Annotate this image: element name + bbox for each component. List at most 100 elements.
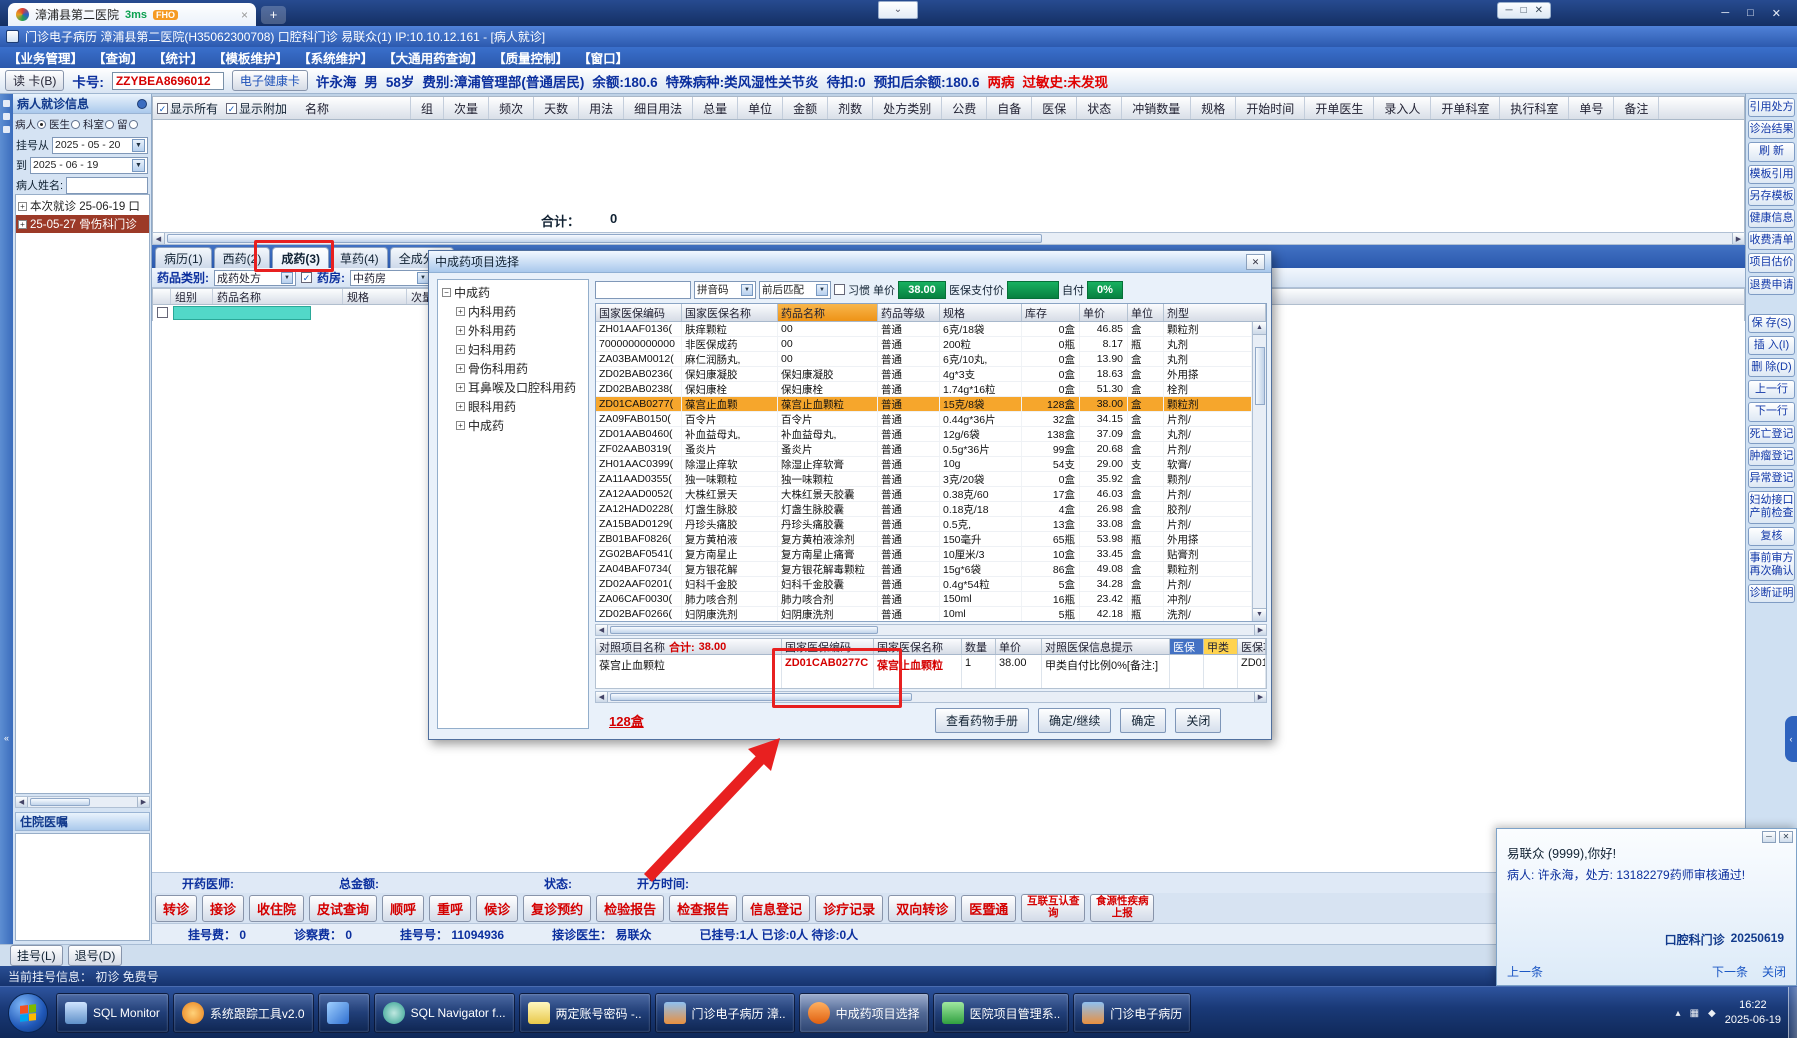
order-column-header[interactable]: 金额 (783, 97, 829, 119)
sidebar-button[interactable]: 健康信息 (1748, 208, 1795, 229)
expand-icon[interactable]: + (456, 345, 465, 354)
show-all-checkbox[interactable]: ✓ (157, 102, 168, 114)
taskbar-item[interactable] (317, 993, 370, 1033)
dialog-button[interactable]: 确定/继续 (1038, 707, 1112, 733)
order-column-header[interactable]: 名称 (295, 97, 412, 119)
drug-row[interactable]: ZA12HAD0228( 灯盏生脉胶 灯盏生脉胶囊 普通 0.18克/18 4盒… (596, 502, 1252, 517)
drug-column-header[interactable]: 国家医保编码 (596, 304, 682, 321)
sidebar-button[interactable]: 退费申请 (1748, 275, 1795, 295)
chevron-down-icon[interactable]: ▼ (281, 271, 293, 284)
order-column-header[interactable]: 规格 (1191, 97, 1237, 119)
order-column-header[interactable]: 单号 (1569, 97, 1615, 119)
sidebar-button[interactable]: 异常登记 (1748, 469, 1795, 489)
drug-row[interactable]: ZA06CAF0030( 肺力咳合剂 肺力咳合剂 普通 150ml 16瓶 23… (596, 592, 1252, 607)
scroll-left-icon[interactable]: ◀ (153, 233, 165, 244)
order-column-header[interactable]: 天数 (534, 97, 580, 119)
drug-row[interactable]: 7000000000000 非医保成药 00 普通 200粒 0瓶 8.17 瓶… (596, 337, 1252, 352)
drug-row[interactable]: ZD01AAB0460( 补血益母丸, 补血益母丸, 普通 12g/6袋 138… (596, 427, 1252, 442)
date-from-picker[interactable]: 2025 - 05 - 20 ▼ (52, 136, 148, 154)
sidebar-button[interactable]: 删 除(D) (1748, 358, 1795, 378)
rx-column-header[interactable]: 药品名称 (213, 289, 343, 304)
action-button[interactable]: 顺呼 (382, 894, 425, 922)
taskbar-item[interactable]: 中成药项目选择 (798, 993, 929, 1033)
sidebar-button[interactable]: 收费清单 (1748, 231, 1795, 251)
row-checkbox[interactable] (157, 307, 168, 318)
menu-item[interactable]: 【窗口】 (573, 48, 633, 67)
rx-column-header[interactable]: 规格 (343, 289, 407, 304)
order-column-header[interactable]: 单位 (738, 97, 784, 119)
tree-hscrollbar[interactable]: ◀ ▶ (15, 796, 150, 808)
scroll-thumb[interactable] (1254, 347, 1265, 405)
dialog-button[interactable]: 确定 (1120, 707, 1167, 733)
collapse-right-handle[interactable]: ‹ (1785, 716, 1797, 762)
collapse-icon[interactable]: − (442, 288, 451, 297)
sidebar-button[interactable]: 下一行 (1748, 402, 1795, 422)
taskbar-item[interactable]: SQL Navigator f... (373, 993, 515, 1033)
order-column-header[interactable]: 细目用法 (624, 97, 694, 119)
drug-row[interactable]: ZA04BAF0734( 复方银花解 复方银花解毒颗粒 普通 15g*6袋 86… (596, 562, 1252, 577)
drug-row[interactable]: ZA03BAM0012( 麻仁润肠丸, 00 普通 6克/10丸, 0盒 13.… (596, 352, 1252, 367)
network-icon[interactable]: ◆ (1708, 1008, 1716, 1019)
strip-icon[interactable] (3, 113, 10, 120)
expand-icon[interactable]: + (456, 383, 465, 392)
scroll-right-icon[interactable]: ▶ (137, 797, 149, 807)
expand-icon[interactable]: + (456, 402, 465, 411)
filter-radio[interactable]: 病人 (15, 117, 46, 132)
rx-selected-cell[interactable] (173, 306, 311, 320)
pin-icon[interactable] (137, 98, 147, 109)
maximize-button[interactable]: □ (1747, 7, 1754, 20)
drug-row[interactable]: ZD01CAB0277( 葆宫止血颗 葆宫止血颗粒 普通 15克/8袋 128盒… (596, 397, 1252, 412)
action-button[interactable]: 皮试查询 (309, 894, 378, 922)
rx-column-header[interactable]: 组别 (171, 289, 213, 304)
filter-radio[interactable]: 医生 (49, 117, 80, 132)
drug-row[interactable]: ZA09FAB0150( 百令片 百令片 普通 0.44g*36片 32盒 34… (596, 412, 1252, 427)
compare-hscrollbar[interactable]: ◀ ▶ (595, 691, 1267, 703)
sidebar-button[interactable]: 事前审方再次确认 (1748, 548, 1795, 582)
drug-column-header[interactable]: 药品等级 (878, 304, 940, 321)
tree-child-item[interactable]: + 内科用药 (454, 302, 586, 321)
dialog-button[interactable]: 关闭 (1175, 707, 1222, 733)
drug-row[interactable]: ZD02BAF0266( 妇阴康洗剂 妇阴康洗剂 普通 10ml 5瓶 42.1… (596, 607, 1252, 621)
tab-close-icon[interactable]: × (241, 8, 248, 22)
drug-row[interactable]: ZA11AAD0355( 独一味颗粒 独一味颗粒 普通 3克/20袋 0盒 35… (596, 472, 1252, 487)
order-column-header[interactable]: 剂数 (828, 97, 874, 119)
sidebar-button[interactable]: 刷 新 (1748, 142, 1795, 162)
menu-item[interactable]: 【系统维护】 (293, 48, 378, 67)
new-tab-button[interactable]: + (261, 6, 286, 24)
visit-tree-item[interactable]: + 25-05-27 骨伤科门诊 (16, 215, 149, 233)
tree-child-item[interactable]: + 眼科用药 (454, 397, 586, 416)
read-card-button[interactable]: 读 卡(B) (5, 70, 65, 91)
order-column-header[interactable]: 次量 (444, 97, 490, 119)
action-button[interactable]: 候诊 (476, 894, 519, 922)
quick-dropdown[interactable]: ⌄ (878, 1, 918, 19)
mdi-restore-button[interactable]: □ (1521, 5, 1527, 16)
prescription-tab[interactable]: 病历(1) (155, 247, 212, 268)
drug-column-header[interactable]: 药品名称 (778, 304, 878, 321)
drug-column-header[interactable]: 剂型 (1164, 304, 1266, 321)
sidebar-button[interactable]: 妇幼接口产前检查 (1748, 491, 1795, 524)
pharmacy-select[interactable]: 中药房 ▼ (350, 269, 432, 286)
drug-column-header[interactable]: 库存 (1022, 304, 1080, 321)
menu-item[interactable]: 【业务管理】 (3, 48, 88, 67)
order-column-header[interactable]: 总量 (693, 97, 739, 119)
taskbar-item[interactable]: 两定账号密码 -.. (518, 993, 651, 1033)
date-to-picker[interactable]: 2025 - 06 - 19 ▼ (30, 156, 148, 174)
unregister-button[interactable]: 退号(D) (67, 945, 123, 966)
chevron-down-icon[interactable]: ▼ (816, 283, 828, 296)
taskbar-item[interactable]: 门诊电子病历 (1073, 993, 1192, 1033)
taskbar-item[interactable]: 系统跟踪工具v2.0 (172, 993, 314, 1033)
action-button[interactable]: 诊疗记录 (815, 894, 884, 922)
sidebar-button[interactable]: 另存模板 (1748, 186, 1795, 206)
scroll-thumb[interactable] (610, 626, 878, 634)
taskbar-clock[interactable]: 16:22 2025-06-19 (1725, 998, 1781, 1028)
sidebar-button[interactable]: 上一行 (1748, 380, 1795, 400)
order-column-header[interactable]: 用法 (579, 97, 625, 119)
order-grid-body[interactable]: 合计： 0 (152, 120, 1745, 232)
drug-table-vscrollbar[interactable]: ▲ ▼ (1252, 322, 1266, 621)
scroll-left-icon[interactable]: ◀ (596, 625, 608, 635)
order-column-header[interactable]: 处方类别 (873, 97, 943, 119)
ehealth-card-button[interactable]: 电子健康卡 (231, 70, 308, 91)
action-button[interactable]: 收住院 (249, 894, 305, 922)
drug-row[interactable]: ZA15BAD0129( 丹珍头痛胶 丹珍头痛胶囊 普通 0.5克, 13盒 3… (596, 517, 1252, 532)
order-column-header[interactable]: 状态 (1077, 97, 1123, 119)
